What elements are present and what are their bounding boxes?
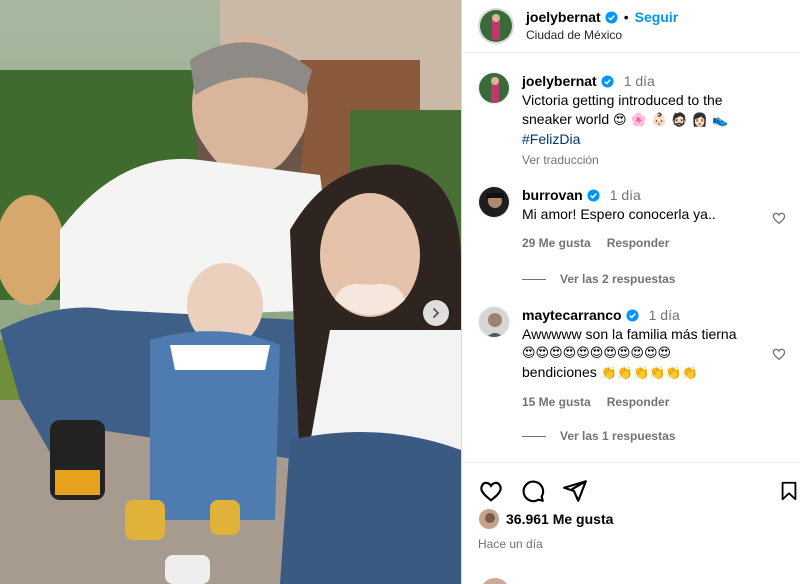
liker-avatar bbox=[478, 508, 500, 530]
caption: joelybernat 1 día Victoria getting intro… bbox=[478, 72, 788, 170]
family-photo bbox=[0, 0, 461, 584]
verified-badge-icon bbox=[587, 189, 600, 202]
like-heart-icon[interactable] bbox=[478, 478, 504, 504]
follow-button[interactable]: Seguir bbox=[635, 8, 679, 26]
chevron-right-icon bbox=[433, 308, 440, 318]
share-icon[interactable] bbox=[562, 478, 588, 504]
comment-item: burrovan 1 día Mi amor! Espero conocerla… bbox=[478, 186, 788, 253]
heart-icon[interactable] bbox=[771, 210, 787, 226]
comment-item: maytecarranco 1 día Awwwww son la famili… bbox=[478, 306, 788, 412]
comment-time: 1 día bbox=[648, 307, 680, 323]
current-user-avatar bbox=[480, 578, 510, 584]
comment-text2: bendiciones bbox=[522, 364, 597, 380]
comments-list: joelybernat 1 día Victoria getting intro… bbox=[462, 60, 800, 460]
carousel-next-button[interactable] bbox=[423, 300, 449, 326]
view-replies-label: Ver las 1 respuestas bbox=[560, 429, 676, 443]
comment-emoji-row: 😍😍😍😍😍😍😍😍😍😍😍 bbox=[522, 346, 672, 361]
caption-author[interactable]: joelybernat bbox=[522, 72, 597, 91]
heart-icon[interactable] bbox=[771, 346, 787, 362]
comment-emoji-row2: 👏👏👏👏👏👏 bbox=[600, 366, 698, 381]
author-avatar[interactable] bbox=[478, 8, 514, 44]
commenter-avatar[interactable] bbox=[478, 186, 510, 218]
separator-dot: • bbox=[623, 9, 629, 25]
post-date[interactable]: Hace un día bbox=[478, 537, 543, 551]
caption-time: 1 día bbox=[623, 73, 655, 89]
reply-button[interactable]: Responder bbox=[607, 393, 670, 412]
post-location[interactable]: Ciudad de México bbox=[526, 26, 678, 44]
post-header: joelybernat • Seguir Ciudad de México bbox=[462, 0, 800, 52]
author-username[interactable]: joelybernat bbox=[526, 8, 601, 26]
comment-author[interactable]: burrovan bbox=[522, 186, 583, 205]
view-replies-label: Ver las 2 respuestas bbox=[560, 272, 676, 286]
action-bar bbox=[462, 470, 800, 510]
view-replies-button[interactable]: Ver las 1 respuestas bbox=[522, 429, 675, 443]
comment-likes[interactable]: 29 Me gusta bbox=[522, 234, 591, 253]
header-divider bbox=[462, 52, 800, 53]
caption-emojis: 😍 🌸 👶🏻 🧔🏻 👩🏻 👟 bbox=[613, 113, 729, 128]
comment-icon[interactable] bbox=[520, 478, 546, 504]
verified-badge-icon bbox=[626, 309, 639, 322]
view-replies-button[interactable]: Ver las 2 respuestas bbox=[522, 272, 675, 286]
post-photo[interactable] bbox=[0, 0, 461, 584]
comment-author[interactable]: maytecarranco bbox=[522, 306, 622, 325]
bookmark-icon[interactable] bbox=[778, 478, 800, 504]
likes-count: 36.961 Me gusta bbox=[506, 511, 614, 527]
translate-link[interactable]: Ver traducción bbox=[522, 151, 728, 170]
reply-button[interactable]: Responder bbox=[607, 234, 670, 253]
verified-badge-icon bbox=[605, 10, 618, 24]
verified-badge-icon bbox=[601, 75, 614, 88]
comment-text: Mi amor! Espero conocerla ya.. bbox=[522, 206, 716, 222]
caption-text-line1: Victoria getting introduced to the bbox=[522, 92, 723, 108]
likes-summary[interactable]: 36.961 Me gusta bbox=[478, 508, 613, 530]
post-side-panel: joelybernat • Seguir Ciudad de México jo… bbox=[461, 0, 800, 584]
comment-text: Awwwww son la familia más tierna bbox=[522, 326, 737, 342]
caption-avatar[interactable] bbox=[478, 72, 510, 104]
actions-divider bbox=[462, 462, 800, 463]
comment-likes[interactable]: 15 Me gusta bbox=[522, 393, 591, 412]
comment-time: 1 día bbox=[609, 187, 641, 203]
commenter-avatar[interactable] bbox=[478, 306, 510, 338]
caption-text-line2: sneaker world bbox=[522, 111, 610, 127]
caption-hashtag[interactable]: #FelizDia bbox=[522, 130, 728, 149]
